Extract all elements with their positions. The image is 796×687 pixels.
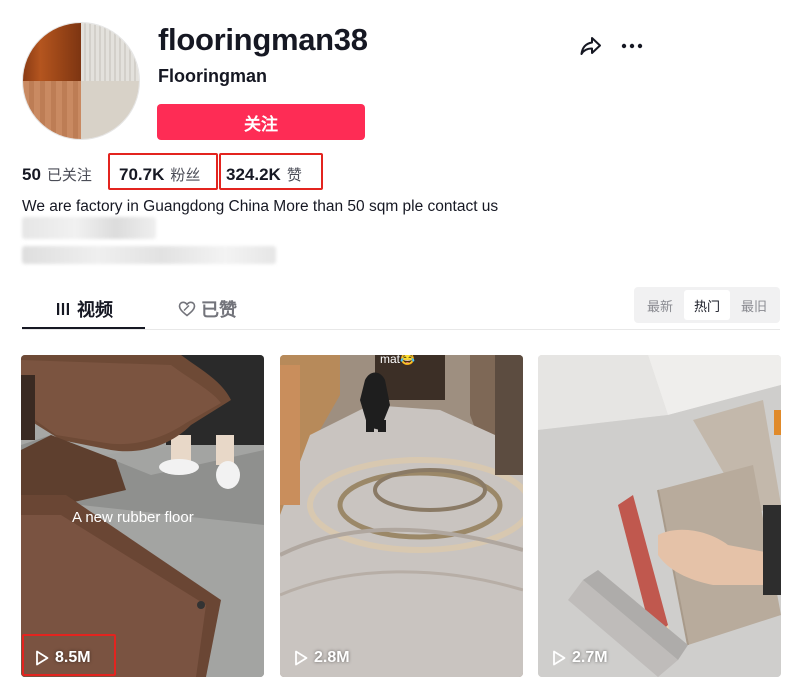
sort-oldest[interactable]: 最旧	[731, 290, 777, 320]
sort-selector: 最新 热门 最旧	[634, 287, 780, 323]
likes-label: 赞	[286, 167, 302, 184]
likes-count: 324.2K	[226, 165, 281, 184]
following-label: 已关注	[46, 167, 92, 184]
video-views: 2.7M	[552, 649, 608, 667]
video-thumbnail	[538, 355, 781, 677]
video-caption: A new rubber floor	[72, 509, 194, 526]
sort-popular[interactable]: 热门	[684, 290, 730, 320]
followers-label: 粉丝	[170, 167, 201, 184]
tabs-divider	[22, 329, 780, 330]
play-icon	[553, 650, 566, 666]
followers-count: 70.7K	[119, 165, 165, 184]
share-icon[interactable]	[578, 33, 604, 59]
video-thumbnail: mat😂	[280, 355, 523, 677]
video-caption: mat😂	[380, 355, 415, 366]
video-card[interactable]: mat😂 2.8M	[280, 355, 523, 677]
video-card[interactable]: 2.7M	[538, 355, 781, 677]
video-thumbnail: A new rubber floor	[21, 355, 264, 677]
more-icon[interactable]	[619, 36, 645, 56]
profile-username: flooringman38	[158, 22, 368, 57]
following-count: 50	[22, 165, 41, 184]
tab-videos-label: 视频	[77, 300, 113, 320]
tab-liked-label: 已赞	[201, 300, 237, 320]
blurred-bio-line	[22, 217, 156, 239]
blurred-bio-line	[22, 246, 276, 264]
sort-latest[interactable]: 最新	[637, 290, 683, 320]
heart-icon	[178, 301, 196, 317]
stat-followers[interactable]: 70.7K 粉丝	[119, 164, 200, 185]
stat-following[interactable]: 50 已关注	[22, 164, 92, 185]
follow-button[interactable]: 关注	[157, 104, 365, 140]
profile-bio: We are factory in Guangdong China More t…	[22, 198, 499, 215]
tab-liked[interactable]: 已赞	[178, 296, 237, 322]
tab-videos[interactable]: 视频	[56, 296, 113, 322]
play-icon	[295, 650, 308, 666]
video-view-count: 2.7M	[572, 649, 608, 666]
video-card[interactable]: A new rubber floor 8.5M	[21, 355, 264, 677]
profile-nickname: Flooringman	[158, 66, 267, 86]
video-views: 2.8M	[294, 649, 350, 667]
video-view-count: 2.8M	[314, 649, 350, 666]
views-highlight-box	[22, 634, 116, 676]
profile-avatar[interactable]	[22, 22, 140, 140]
grid-icon	[56, 302, 70, 316]
stat-likes: 324.2K 赞	[226, 164, 302, 185]
